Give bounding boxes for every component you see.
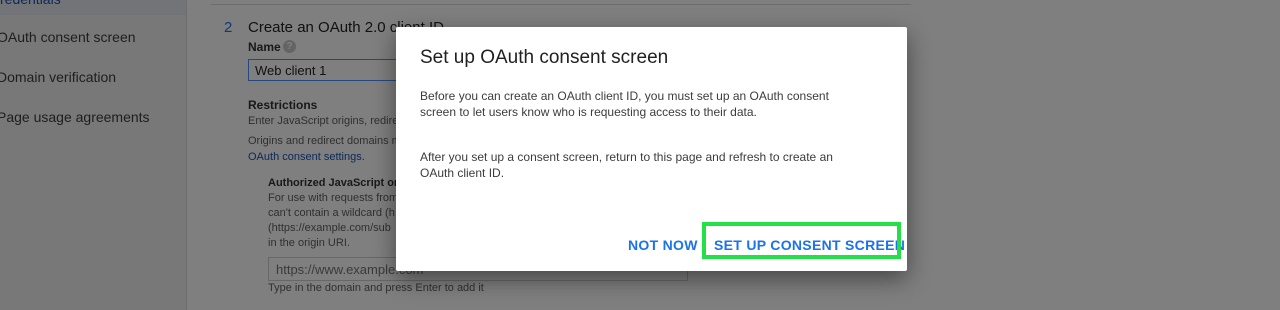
dialog-message-followup: After you set up a consent screen, retur… bbox=[420, 150, 833, 180]
dialog-title: Set up OAuth consent screen bbox=[420, 47, 669, 68]
not-now-button[interactable]: NOT NOW bbox=[628, 237, 698, 253]
consent-screen-dialog: Set up OAuth consent screen Before you c… bbox=[396, 27, 907, 271]
set-up-consent-screen-button[interactable]: SET UP CONSENT SCREEN bbox=[714, 237, 905, 253]
dialog-message: Before you can create an OAuth client ID… bbox=[420, 89, 829, 119]
